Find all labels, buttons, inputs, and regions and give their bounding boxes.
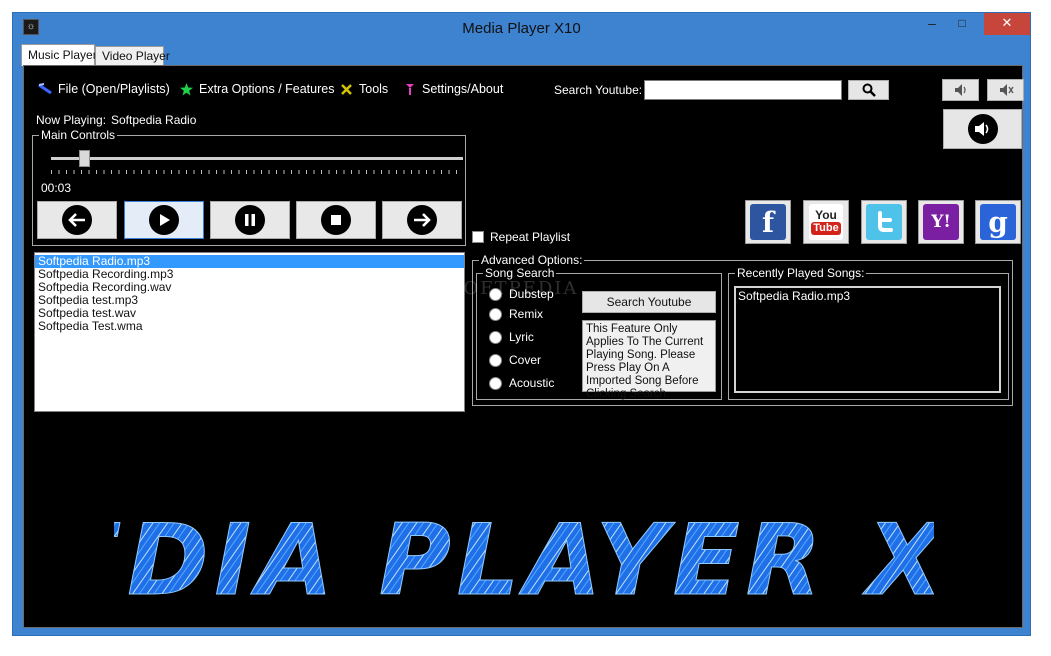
menu-extra-options-label: Extra Options / Features bbox=[199, 82, 335, 96]
radio-cover[interactable]: Cover bbox=[489, 353, 541, 367]
music-player-panel: File (Open/Playlists) Extra Options / Fe… bbox=[0, 65, 1051, 628]
file-icon bbox=[38, 83, 52, 95]
radio-circle[interactable] bbox=[489, 307, 502, 321]
menu-tools[interactable]: Tools bbox=[340, 82, 388, 96]
radio-label: Lyric bbox=[509, 330, 534, 344]
checkbox-box[interactable] bbox=[472, 231, 484, 243]
repeat-playlist-checkbox[interactable]: Repeat Playlist bbox=[472, 230, 570, 244]
window-title: Media Player X10 bbox=[462, 20, 581, 37]
search-icon bbox=[862, 83, 876, 97]
tab-video-player[interactable]: Video Player bbox=[95, 46, 170, 65]
seek-slider-thumb[interactable] bbox=[78, 150, 90, 167]
elapsed-time: 00:03 bbox=[41, 181, 72, 195]
seek-track[interactable] bbox=[51, 157, 463, 160]
menu-tools-label: Tools bbox=[359, 82, 389, 96]
youtube-button[interactable]: You Tube bbox=[803, 200, 849, 244]
advanced-options-legend: Advanced Options: bbox=[479, 253, 585, 267]
google-icon: g bbox=[980, 204, 1016, 240]
stop-button[interactable] bbox=[296, 201, 376, 239]
menu-file[interactable]: File (Open/Playlists) bbox=[38, 82, 170, 96]
now-playing-value: Softpedia Radio bbox=[111, 113, 197, 127]
volume-down-button[interactable] bbox=[942, 79, 979, 101]
seek-ticks bbox=[51, 170, 463, 174]
search-youtube-label: Search Youtube: bbox=[554, 83, 643, 97]
menu-settings-about[interactable]: Settings/About bbox=[404, 82, 503, 96]
banner-title: MEDIA PLAYER X10 bbox=[114, 504, 934, 604]
play-button[interactable] bbox=[124, 201, 204, 239]
radio-label: Remix bbox=[509, 307, 544, 321]
tools-icon bbox=[341, 83, 352, 95]
maximize-button[interactable]: □ bbox=[948, 13, 976, 35]
now-playing-label: Now Playing: bbox=[36, 113, 107, 127]
radio-label: Cover bbox=[509, 353, 542, 367]
google-button[interactable]: g bbox=[975, 200, 1021, 244]
pause-button[interactable] bbox=[210, 201, 290, 239]
tab-music-player[interactable]: Music Player bbox=[21, 44, 97, 66]
playlist-box[interactable]: Softpedia Radio.mp3 Softpedia Recording.… bbox=[34, 252, 465, 412]
volume-icon bbox=[967, 114, 998, 144]
star-icon bbox=[180, 82, 193, 95]
youtube-logo-you: You bbox=[815, 208, 837, 222]
search-button[interactable] bbox=[848, 80, 889, 100]
mute-button[interactable] bbox=[987, 79, 1024, 101]
pause-icon bbox=[235, 205, 265, 235]
facebook-button[interactable]: f bbox=[745, 200, 791, 244]
main-controls-group: Main Controls 00:03 bbox=[32, 128, 466, 246]
title-bar[interactable]: ☼ Media Player X10 – □ ✕ bbox=[13, 13, 1030, 43]
previous-button[interactable] bbox=[37, 201, 117, 239]
youtube-icon: You Tube bbox=[809, 204, 843, 240]
search-note-text: This Feature Only Applies To The Current… bbox=[582, 320, 716, 400]
softpedia-watermark: SOFTPEDIA bbox=[449, 278, 579, 299]
twitter-button[interactable] bbox=[861, 200, 907, 244]
arrow-right-icon bbox=[407, 205, 437, 235]
youtube-logo-tube: Tube bbox=[811, 222, 841, 235]
yahoo-button[interactable]: Y! bbox=[918, 200, 964, 244]
menu-file-label: File (Open/Playlists) bbox=[58, 82, 170, 96]
recent-song-item[interactable]: Softpedia Radio.mp3 bbox=[736, 288, 999, 304]
banner-logo: MEDIA PLAYER X10 bbox=[0, 494, 1051, 619]
speaker-icon bbox=[954, 84, 966, 96]
recently-played-group: Recently Played Songs: Softpedia Radio.m… bbox=[728, 266, 1009, 400]
arrow-left-icon bbox=[62, 205, 92, 235]
twitter-icon bbox=[866, 204, 902, 240]
radio-acoustic[interactable]: Acoustic bbox=[489, 376, 554, 390]
recently-played-list[interactable]: Softpedia Radio.mp3 bbox=[734, 286, 1001, 393]
menu-settings-label: Settings/About bbox=[422, 82, 504, 96]
radio-circle[interactable] bbox=[489, 353, 502, 367]
repeat-playlist-label: Repeat Playlist bbox=[490, 230, 571, 244]
banner-graphic: MEDIA PLAYER X10 bbox=[0, 504, 1051, 619]
radio-circle[interactable] bbox=[489, 376, 502, 390]
youtube-search-input[interactable] bbox=[644, 80, 842, 100]
app-window: ☼ Media Player X10 – □ ✕ Music Player Vi… bbox=[0, 12, 1051, 636]
yahoo-icon: Y! bbox=[923, 204, 959, 240]
recently-played-legend: Recently Played Songs: bbox=[735, 266, 867, 280]
close-button[interactable]: ✕ bbox=[984, 13, 1030, 35]
settings-icon bbox=[406, 83, 414, 95]
stop-icon bbox=[321, 205, 351, 235]
radio-lyric[interactable]: Lyric bbox=[489, 330, 534, 344]
radio-remix[interactable]: Remix bbox=[489, 307, 543, 321]
mute-icon bbox=[999, 84, 1014, 96]
volume-button[interactable] bbox=[943, 109, 1022, 149]
play-icon bbox=[149, 205, 179, 235]
facebook-icon: f bbox=[750, 204, 786, 240]
radio-circle[interactable] bbox=[489, 330, 502, 344]
minimize-button[interactable]: – bbox=[918, 13, 946, 35]
search-youtube-button[interactable]: Search Youtube bbox=[582, 291, 716, 313]
menu-extra-options[interactable]: Extra Options / Features bbox=[180, 82, 334, 96]
radio-label: Acoustic bbox=[509, 376, 555, 390]
main-controls-legend: Main Controls bbox=[39, 128, 118, 142]
next-button[interactable] bbox=[382, 201, 462, 239]
playlist-item[interactable]: Softpedia Test.wma bbox=[35, 320, 464, 333]
